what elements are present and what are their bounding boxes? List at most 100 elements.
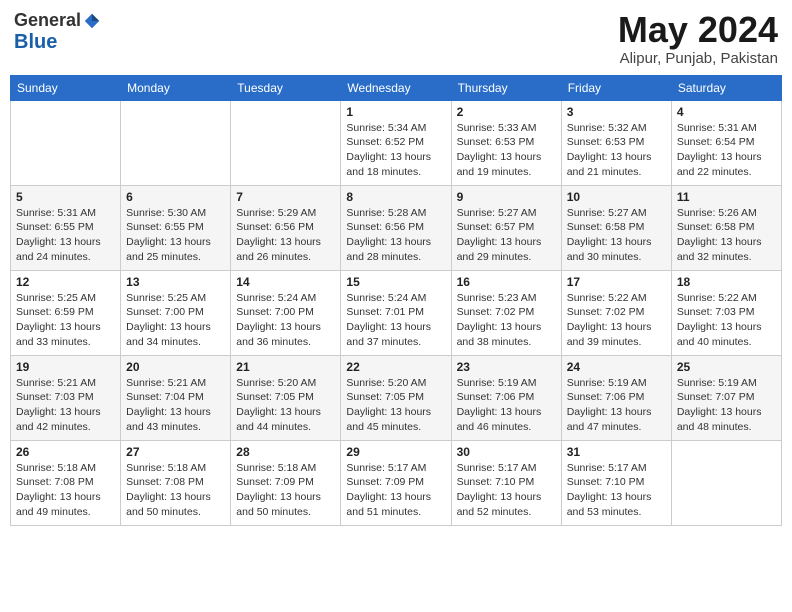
calendar-cell: 20Sunrise: 5:21 AMSunset: 7:04 PMDayligh… xyxy=(121,355,231,440)
day-info: Sunrise: 5:27 AMSunset: 6:58 PMDaylight:… xyxy=(567,206,666,265)
day-info: Sunrise: 5:22 AMSunset: 7:02 PMDaylight:… xyxy=(567,291,666,350)
day-number: 18 xyxy=(677,275,776,289)
day-info: Sunrise: 5:32 AMSunset: 6:53 PMDaylight:… xyxy=(567,121,666,180)
day-number: 27 xyxy=(126,445,225,459)
day-info: Sunrise: 5:24 AMSunset: 7:00 PMDaylight:… xyxy=(236,291,335,350)
day-info: Sunrise: 5:25 AMSunset: 6:59 PMDaylight:… xyxy=(16,291,115,350)
day-info: Sunrise: 5:20 AMSunset: 7:05 PMDaylight:… xyxy=(236,376,335,435)
calendar-header-tuesday: Tuesday xyxy=(231,75,341,100)
day-number: 14 xyxy=(236,275,335,289)
day-number: 26 xyxy=(16,445,115,459)
calendar-cell: 6Sunrise: 5:30 AMSunset: 6:55 PMDaylight… xyxy=(121,185,231,270)
day-info: Sunrise: 5:21 AMSunset: 7:04 PMDaylight:… xyxy=(126,376,225,435)
calendar-header-friday: Friday xyxy=(561,75,671,100)
day-info: Sunrise: 5:19 AMSunset: 7:07 PMDaylight:… xyxy=(677,376,776,435)
calendar-cell: 7 Sunrise: 5:29 AMSunset: 6:56 PMDaylight… xyxy=(231,185,341,270)
day-info: Sunrise: 5:33 AMSunset: 6:53 PMDaylight:… xyxy=(457,121,556,180)
logo-blue: Blue xyxy=(14,31,57,53)
day-info: Sunrise: 5:29 AMSunset: 6:56 PMDaylight:… xyxy=(236,206,335,265)
day-info: Sunrise: 5:17 AMSunset: 7:10 PMDaylight:… xyxy=(457,461,556,520)
day-number: 28 xyxy=(236,445,335,459)
logo: General Blue xyxy=(14,10,101,54)
day-number: 4 xyxy=(677,105,776,119)
calendar-cell: 31 Sunrise: 5:17 AMSunset: 7:10 PMDayligh… xyxy=(561,440,671,525)
day-number: 9 xyxy=(457,190,556,204)
day-info: Sunrise: 5:23 AMSunset: 7:02 PMDaylight:… xyxy=(457,291,556,350)
calendar-header-monday: Monday xyxy=(121,75,231,100)
calendar-cell: 29Sunrise: 5:17 AMSunset: 7:09 PMDayligh… xyxy=(341,440,451,525)
day-number: 16 xyxy=(457,275,556,289)
day-info: Sunrise: 5:26 AMSunset: 6:58 PMDaylight:… xyxy=(677,206,776,265)
day-number: 23 xyxy=(457,360,556,374)
calendar-header-thursday: Thursday xyxy=(451,75,561,100)
calendar-cell: 9 Sunrise: 5:27 AMSunset: 6:57 PMDaylight… xyxy=(451,185,561,270)
day-info: Sunrise: 5:25 AMSunset: 7:00 PMDaylight:… xyxy=(126,291,225,350)
day-info: Sunrise: 5:18 AMSunset: 7:08 PMDaylight:… xyxy=(126,461,225,520)
calendar-week-row: 19 Sunrise: 5:21 AMSunset: 7:03 PMDayligh… xyxy=(11,355,782,440)
calendar-cell: 24 Sunrise: 5:19 AMSunset: 7:06 PMDayligh… xyxy=(561,355,671,440)
calendar-cell xyxy=(671,440,781,525)
title-block: May 2024 Alipur, Punjab, Pakistan xyxy=(618,10,778,67)
day-info: Sunrise: 5:18 AMSunset: 7:08 PMDaylight:… xyxy=(16,461,115,520)
calendar-header-wednesday: Wednesday xyxy=(341,75,451,100)
calendar-cell xyxy=(11,100,121,185)
day-info: Sunrise: 5:31 AMSunset: 6:55 PMDaylight:… xyxy=(16,206,115,265)
calendar-cell: 28Sunrise: 5:18 AMSunset: 7:09 PMDayligh… xyxy=(231,440,341,525)
day-info: Sunrise: 5:19 AMSunset: 7:06 PMDaylight:… xyxy=(567,376,666,435)
day-info: Sunrise: 5:19 AMSunset: 7:06 PMDaylight:… xyxy=(457,376,556,435)
day-number: 8 xyxy=(346,190,445,204)
calendar-header-row: SundayMondayTuesdayWednesdayThursdayFrid… xyxy=(11,75,782,100)
calendar-week-row: 12 Sunrise: 5:25 AMSunset: 6:59 PMDayligh… xyxy=(11,270,782,355)
calendar-cell: 3Sunrise: 5:32 AMSunset: 6:53 PMDaylight… xyxy=(561,100,671,185)
day-info: Sunrise: 5:30 AMSunset: 6:55 PMDaylight:… xyxy=(126,206,225,265)
calendar-cell: 8Sunrise: 5:28 AMSunset: 6:56 PMDaylight… xyxy=(341,185,451,270)
calendar-header-sunday: Sunday xyxy=(11,75,121,100)
day-number: 31 xyxy=(567,445,666,459)
calendar-cell: 13Sunrise: 5:25 AMSunset: 7:00 PMDayligh… xyxy=(121,270,231,355)
day-number: 21 xyxy=(236,360,335,374)
day-number: 7 xyxy=(236,190,335,204)
calendar-week-row: 26 Sunrise: 5:18 AMSunset: 7:08 PMDayligh… xyxy=(11,440,782,525)
day-number: 11 xyxy=(677,190,776,204)
page-header: General Blue May 2024 Alipur, Punjab, Pa… xyxy=(10,10,782,67)
calendar-cell xyxy=(121,100,231,185)
day-info: Sunrise: 5:20 AMSunset: 7:05 PMDaylight:… xyxy=(346,376,445,435)
calendar-cell: 15Sunrise: 5:24 AMSunset: 7:01 PMDayligh… xyxy=(341,270,451,355)
day-number: 24 xyxy=(567,360,666,374)
calendar-cell: 30Sunrise: 5:17 AMSunset: 7:10 PMDayligh… xyxy=(451,440,561,525)
day-number: 10 xyxy=(567,190,666,204)
calendar-cell: 26 Sunrise: 5:18 AMSunset: 7:08 PMDayligh… xyxy=(11,440,121,525)
day-info: Sunrise: 5:34 AMSunset: 6:52 PMDaylight:… xyxy=(346,121,445,180)
calendar-cell: 21 Sunrise: 5:20 AMSunset: 7:05 PMDayligh… xyxy=(231,355,341,440)
calendar-week-row: 5 Sunrise: 5:31 AMSunset: 6:55 PMDaylight… xyxy=(11,185,782,270)
calendar-header-saturday: Saturday xyxy=(671,75,781,100)
calendar-cell xyxy=(231,100,341,185)
calendar: SundayMondayTuesdayWednesdayThursdayFrid… xyxy=(10,75,782,526)
day-number: 25 xyxy=(677,360,776,374)
day-info: Sunrise: 5:24 AMSunset: 7:01 PMDaylight:… xyxy=(346,291,445,350)
calendar-cell: 27 Sunrise: 5:18 AMSunset: 7:08 PMDayligh… xyxy=(121,440,231,525)
location: Alipur, Punjab, Pakistan xyxy=(618,50,778,67)
calendar-cell: 18 Sunrise: 5:22 AMSunset: 7:03 PMDayligh… xyxy=(671,270,781,355)
calendar-cell: 22 Sunrise: 5:20 AMSunset: 7:05 PMDayligh… xyxy=(341,355,451,440)
day-info: Sunrise: 5:17 AMSunset: 7:10 PMDaylight:… xyxy=(567,461,666,520)
calendar-cell: 1Sunrise: 5:34 AMSunset: 6:52 PMDaylight… xyxy=(341,100,451,185)
day-number: 22 xyxy=(346,360,445,374)
day-info: Sunrise: 5:22 AMSunset: 7:03 PMDaylight:… xyxy=(677,291,776,350)
calendar-cell: 4Sunrise: 5:31 AMSunset: 6:54 PMDaylight… xyxy=(671,100,781,185)
calendar-cell: 10 Sunrise: 5:27 AMSunset: 6:58 PMDayligh… xyxy=(561,185,671,270)
calendar-cell: 12 Sunrise: 5:25 AMSunset: 6:59 PMDayligh… xyxy=(11,270,121,355)
day-number: 12 xyxy=(16,275,115,289)
day-info: Sunrise: 5:27 AMSunset: 6:57 PMDaylight:… xyxy=(457,206,556,265)
logo-general: General xyxy=(14,10,81,31)
day-info: Sunrise: 5:21 AMSunset: 7:03 PMDaylight:… xyxy=(16,376,115,435)
day-number: 5 xyxy=(16,190,115,204)
logo-icon xyxy=(83,12,101,30)
day-number: 2 xyxy=(457,105,556,119)
calendar-week-row: 1Sunrise: 5:34 AMSunset: 6:52 PMDaylight… xyxy=(11,100,782,185)
calendar-cell: 17Sunrise: 5:22 AMSunset: 7:02 PMDayligh… xyxy=(561,270,671,355)
calendar-cell: 23 Sunrise: 5:19 AMSunset: 7:06 PMDayligh… xyxy=(451,355,561,440)
day-number: 29 xyxy=(346,445,445,459)
calendar-cell: 19 Sunrise: 5:21 AMSunset: 7:03 PMDayligh… xyxy=(11,355,121,440)
day-number: 19 xyxy=(16,360,115,374)
